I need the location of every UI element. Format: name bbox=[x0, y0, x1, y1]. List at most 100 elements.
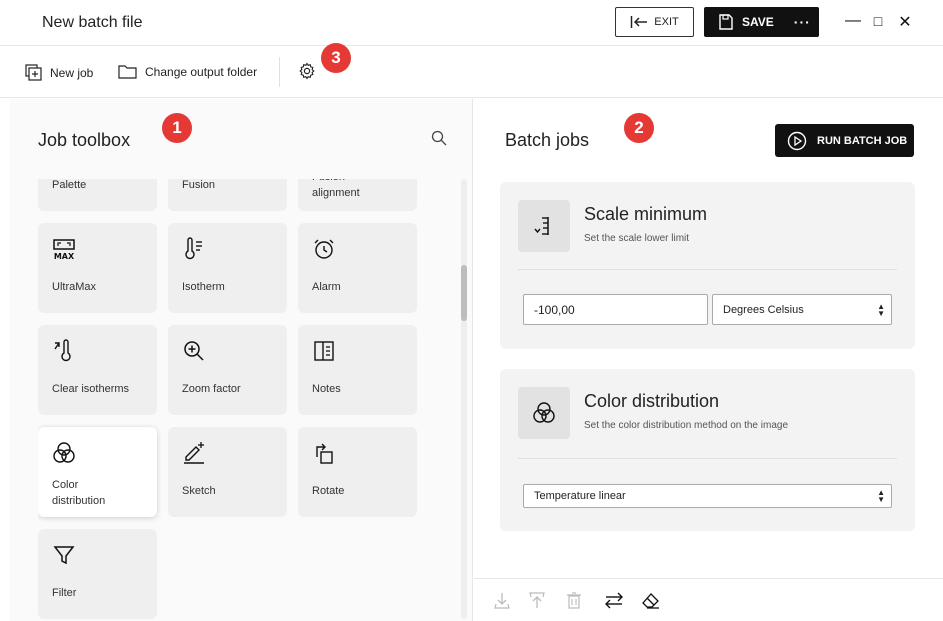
clear-isotherms-icon bbox=[54, 339, 71, 362]
color-distribution-method-value: Temperature linear bbox=[534, 490, 626, 502]
scale-unit-value: Degrees Celsius bbox=[723, 303, 804, 316]
ultramax-icon: MAX bbox=[53, 239, 75, 261]
filter-icon bbox=[53, 546, 75, 565]
new-job-button[interactable]: New job bbox=[25, 64, 93, 81]
job-title: Color distribution bbox=[584, 391, 720, 411]
job-description: Set the scale lower limit bbox=[584, 233, 690, 244]
job-icon-box bbox=[518, 387, 570, 439]
batch-actions-bar bbox=[474, 578, 943, 621]
exit-icon bbox=[631, 16, 648, 28]
scale-unit-select[interactable]: Degrees Celsius ▲ ▼ bbox=[712, 294, 892, 325]
gear-icon bbox=[299, 62, 315, 80]
tool-notes[interactable]: Notes bbox=[298, 325, 417, 415]
isotherm-icon bbox=[185, 237, 202, 260]
select-arrows-icon: ▲ ▼ bbox=[877, 302, 885, 318]
change-output-folder-button[interactable]: Change output folder bbox=[118, 64, 257, 79]
save-more-button[interactable]: ··· bbox=[794, 14, 811, 30]
job-card-scale-minimum: Scale minimum Set the scale lower limit … bbox=[500, 182, 915, 349]
tool-label: Fusion bbox=[182, 179, 216, 191]
folder-icon bbox=[118, 65, 137, 79]
tool-label: Color distribution bbox=[52, 479, 106, 507]
sketch-icon bbox=[184, 442, 204, 464]
svg-text:MAX: MAX bbox=[54, 252, 75, 261]
tool-color-distribution[interactable]: Color distribution bbox=[38, 427, 157, 517]
tool-ultramax[interactable]: MAX UltraMax bbox=[38, 223, 157, 313]
job-divider bbox=[518, 458, 897, 459]
job-divider bbox=[518, 269, 897, 270]
job-description: Set the color distribution method on the… bbox=[584, 420, 789, 431]
callout-badge-1: 1 bbox=[162, 113, 192, 143]
tool-isotherm[interactable]: Isotherm bbox=[168, 223, 287, 313]
tool-clear-isotherms[interactable]: Clear isotherms bbox=[38, 325, 157, 415]
exit-button[interactable]: EXIT bbox=[615, 7, 694, 37]
job-toolbox-panel: Job toolbox 1 Palette Fusion Fusion alig… bbox=[10, 99, 473, 621]
tool-label: Palette bbox=[52, 179, 87, 191]
tool-label: Sketch bbox=[182, 485, 216, 497]
play-circle-icon bbox=[787, 131, 807, 150]
tool-palette[interactable]: Palette bbox=[38, 179, 157, 211]
new-job-label: New job bbox=[50, 65, 94, 80]
settings-button[interactable] bbox=[298, 62, 316, 85]
color-distribution-method-select[interactable]: Temperature linear ▲ ▼ bbox=[523, 484, 892, 508]
delete-button[interactable] bbox=[567, 592, 581, 614]
tool-fusion[interactable]: Fusion bbox=[168, 179, 287, 211]
trash-icon bbox=[567, 592, 581, 609]
job-toolbox-title: Job toolbox bbox=[38, 130, 131, 150]
eraser-icon bbox=[642, 593, 659, 609]
zoom-icon bbox=[184, 341, 204, 361]
tool-rotate[interactable]: Rotate bbox=[298, 427, 417, 517]
move-up-button[interactable] bbox=[529, 592, 545, 614]
toolbox-scrollbar[interactable] bbox=[461, 179, 467, 619]
batch-jobs-title: Batch jobs bbox=[505, 130, 590, 150]
tool-filter[interactable]: Filter bbox=[38, 529, 157, 619]
alarm-icon bbox=[314, 239, 334, 259]
toolbar: New job Change output folder bbox=[0, 47, 943, 98]
swap-button[interactable] bbox=[604, 592, 624, 614]
callout-badge-2: 2 bbox=[624, 113, 654, 143]
move-up-icon bbox=[529, 592, 545, 608]
save-icon bbox=[719, 14, 733, 30]
run-batch-job-label: RUN BATCH JOB bbox=[817, 134, 908, 147]
save-button[interactable]: SAVE ··· bbox=[704, 7, 819, 37]
tool-zoom-factor[interactable]: Zoom factor bbox=[168, 325, 287, 415]
move-down-button[interactable] bbox=[494, 592, 510, 614]
clear-button[interactable] bbox=[642, 592, 660, 614]
job-icon-box bbox=[518, 200, 570, 252]
select-arrows-icon: ▲ ▼ bbox=[877, 488, 885, 504]
tool-label: Clear isotherms bbox=[52, 383, 130, 395]
tool-label: Alarm bbox=[312, 281, 341, 293]
tool-sketch[interactable]: Sketch bbox=[168, 427, 287, 517]
swap-icon bbox=[605, 592, 623, 609]
color-distribution-icon bbox=[533, 402, 555, 423]
tool-alarm[interactable]: Alarm bbox=[298, 223, 417, 313]
scale-minimum-value-input[interactable]: -100,00 bbox=[523, 294, 708, 325]
tool-label: Rotate bbox=[312, 485, 345, 497]
search-icon bbox=[431, 130, 447, 146]
tool-label: UltraMax bbox=[52, 281, 97, 293]
save-label: SAVE bbox=[742, 15, 774, 29]
tool-fusion-alignment[interactable]: Fusion alignment bbox=[298, 179, 417, 211]
job-title: Scale minimum bbox=[584, 204, 708, 224]
callout-badge-3: 3 bbox=[321, 43, 351, 73]
tool-grid: Palette Fusion Fusion alignment MAX Ultr… bbox=[38, 179, 438, 621]
toolbox-search-button[interactable] bbox=[431, 130, 447, 151]
maximize-button[interactable]: □ bbox=[868, 13, 888, 29]
notes-icon bbox=[314, 341, 334, 361]
new-job-icon bbox=[25, 64, 42, 81]
toolbar-divider bbox=[279, 57, 280, 87]
run-batch-job-button[interactable]: RUN BATCH JOB bbox=[775, 124, 914, 157]
exit-label: EXIT bbox=[654, 16, 679, 28]
tool-label: Filter bbox=[52, 587, 77, 599]
tool-label: Isotherm bbox=[182, 281, 225, 293]
minimize-button[interactable]: — bbox=[843, 12, 863, 30]
scale-minimum-icon bbox=[534, 217, 549, 235]
tool-label: Zoom factor bbox=[182, 383, 241, 395]
tool-label: Fusion alignment bbox=[312, 179, 360, 199]
close-button[interactable]: ✕ bbox=[895, 12, 915, 32]
title-bar: New batch file EXIT SAVE ··· — □ ✕ bbox=[0, 0, 943, 46]
job-card-color-distribution: Color distribution Set the color distrib… bbox=[500, 369, 915, 531]
toolbox-scroll-thumb[interactable] bbox=[461, 265, 467, 321]
window-title: New batch file bbox=[42, 14, 143, 31]
rotate-icon bbox=[316, 443, 333, 464]
tool-label: Notes bbox=[312, 383, 341, 395]
